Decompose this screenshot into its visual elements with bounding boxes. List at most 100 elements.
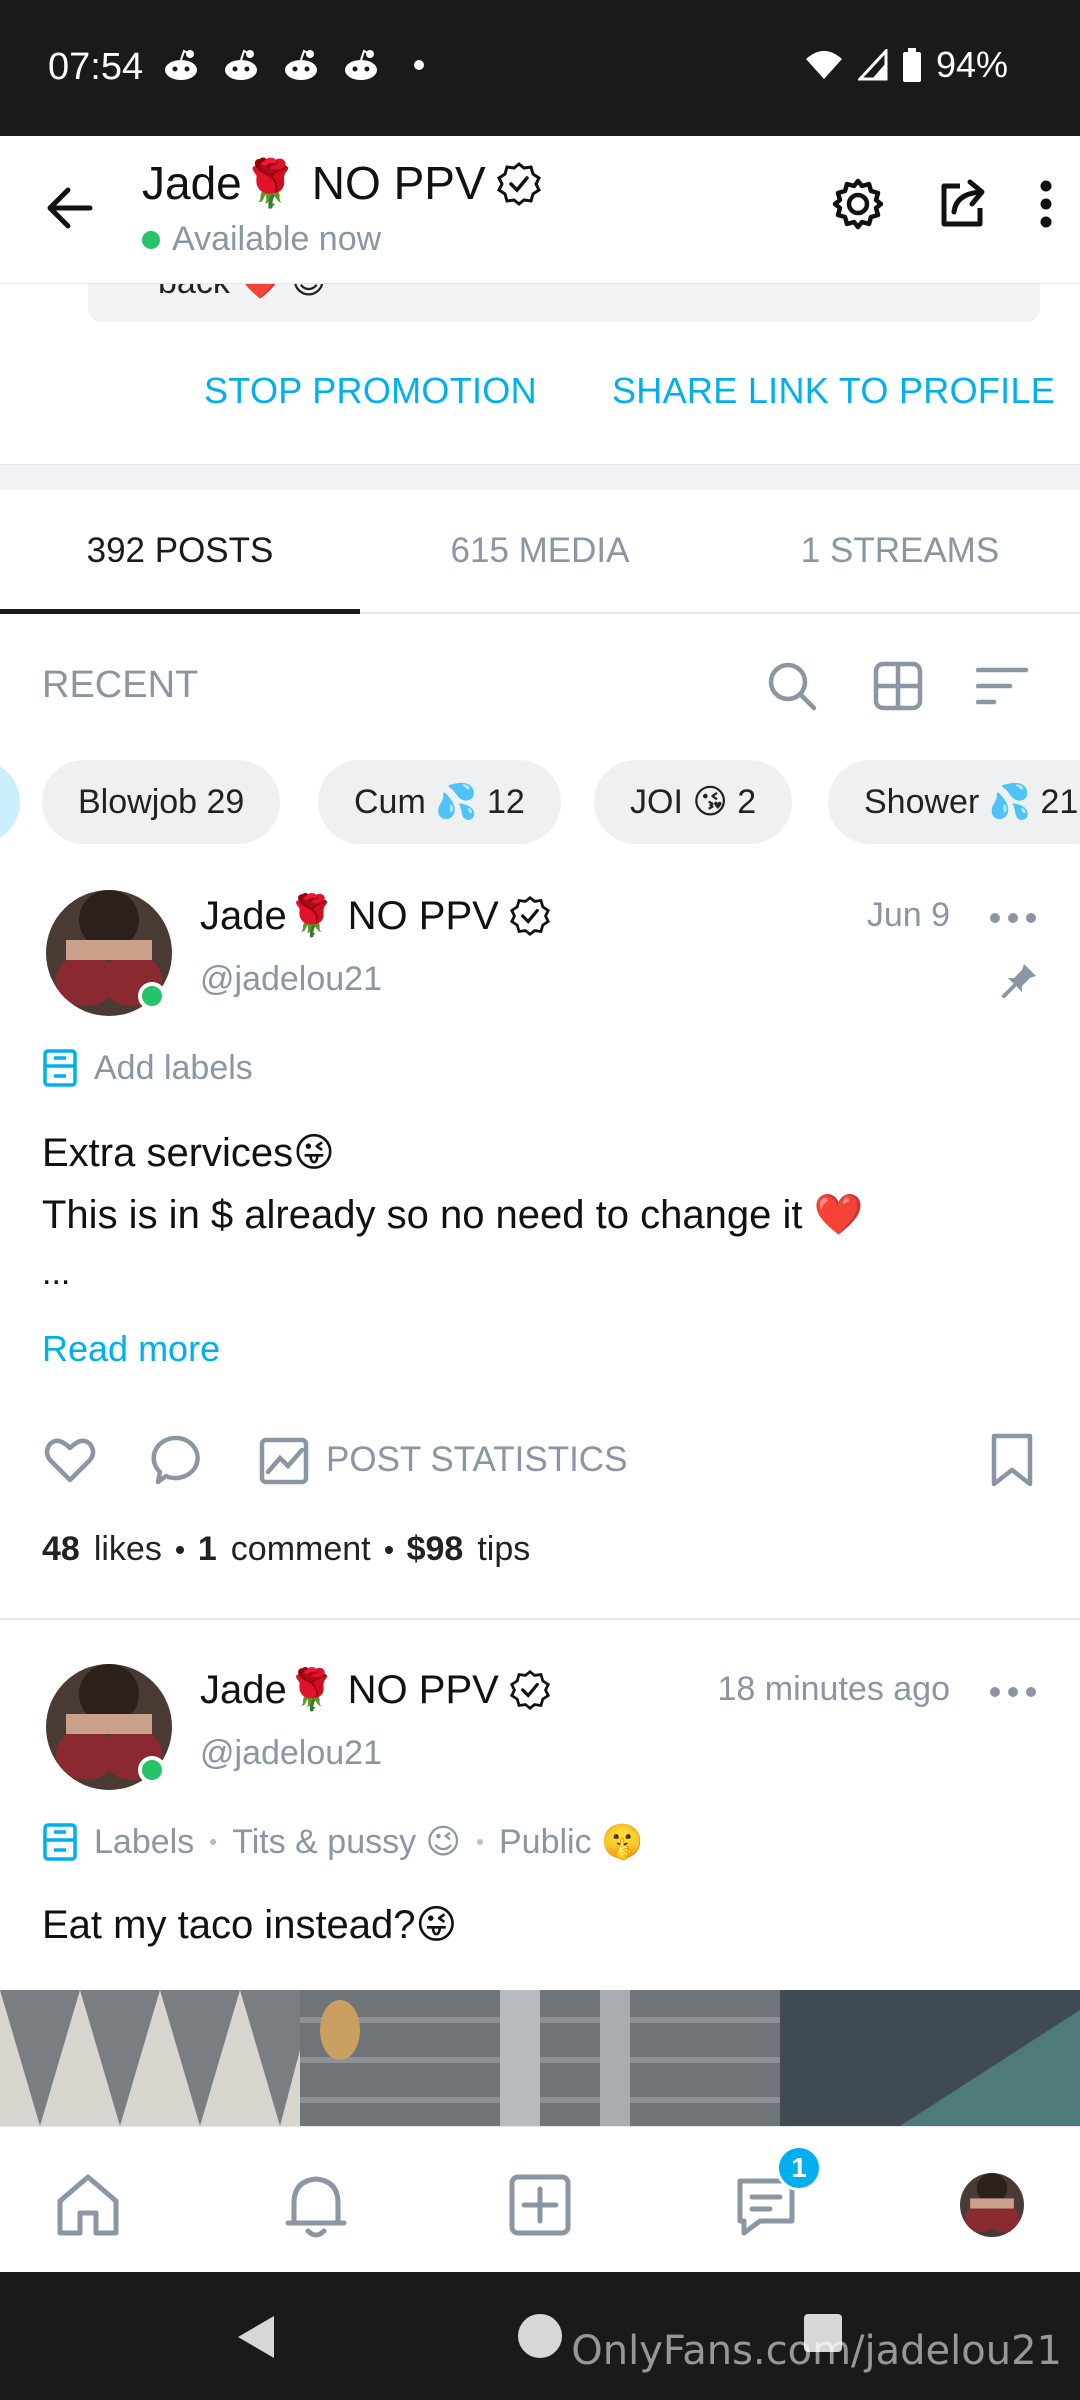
post-image[interactable] [0,1990,1080,2126]
tab-media[interactable]: 615 MEDIA [360,490,720,612]
reddit-icon [165,49,197,80]
chip-partial[interactable] [0,760,20,844]
post-text-line: This is in $ already so no need to chang… [42,1193,864,1237]
sort-icon[interactable] [974,658,1030,714]
watermark: OnlyFans.com/jadelou21 [571,2328,1062,2374]
promotion-message: back ❤️ 😉 [88,284,1040,322]
profile-avatar[interactable] [954,2167,1030,2243]
post-more-icon[interactable] [990,908,1036,928]
notifications-bell-icon[interactable] [278,2167,354,2243]
post-author-name: Jade🌹 NO PPV [200,894,499,938]
post-text-ellipsis: ... [42,1254,71,1292]
post-statistics-label: POST STATISTICS [326,1440,628,1479]
comment-icon[interactable] [148,1432,204,1488]
verified-badge-icon [509,895,550,936]
profile-header: Jade🌹 NO PPV Available now [0,136,1080,284]
verified-badge-icon [496,161,541,206]
system-back-icon[interactable] [232,2312,278,2362]
messages-badge: 1 [776,2145,822,2191]
more-vertical-icon[interactable] [1036,172,1056,236]
section-divider [0,464,1080,490]
tab-streams[interactable]: 1 STREAMS [720,490,1080,612]
avatar [960,2173,1024,2237]
chip-cum[interactable]: Cum 💦 12 [318,760,561,844]
label-icon [43,1823,77,1861]
comments-count: 1 [197,1530,217,1568]
home-icon[interactable] [50,2167,126,2243]
post-divider [0,1618,1080,1620]
post-handle[interactable]: @jadelou21 [200,1734,382,1773]
availability-status: Available now [142,220,381,259]
grid-view-icon[interactable] [870,658,926,714]
post-labels[interactable]: Add labels [42,1048,253,1088]
bookmark-icon[interactable] [986,1432,1038,1488]
profile-name: Jade🌹 NO PPV [142,157,486,209]
share-profile-link-button[interactable]: SHARE LINK TO PROFILE [612,370,1055,412]
reddit-icon [285,49,317,80]
post-text: Eat my taco instead?😜 [42,1903,458,1947]
statistics-chart-icon [259,1437,309,1485]
post-labels[interactable]: Labels Tits & pussy 😉 Public 🤫 [42,1822,643,1862]
post-more-icon[interactable] [990,1682,1036,1702]
status-time: 07:54 [48,46,144,88]
post-statistics-button[interactable]: POST STATISTICS [258,1434,627,1486]
likes-word[interactable]: likes [94,1530,162,1569]
label-icon [43,1049,77,1087]
battery-icon [902,48,921,82]
notification-icons [162,48,424,82]
pin-icon [1002,964,1036,998]
recent-label: RECENT [42,664,199,706]
bottom-navigation: 1 [0,2126,1080,2272]
tips-amount: $98 [406,1530,464,1568]
recent-toolbar: RECENT [0,640,1080,730]
post-author[interactable]: Jade🌹 NO PPV [200,892,551,939]
post-author-name: Jade🌹 NO PPV [200,1668,499,1712]
share-icon[interactable] [932,172,992,236]
verified-badge-icon [509,1669,550,1710]
settings-gear-icon[interactable] [828,172,888,236]
chip-joi[interactable]: JOI 😘 2 [594,760,793,844]
online-indicator [138,1756,166,1784]
post-card: Jade🌹 NO PPV @jadelou21 18 minutes ago L… [0,1654,1080,1990]
reddit-icon [225,49,257,80]
chip-blowjob[interactable]: Blowjob 29 [42,760,281,844]
tips-word[interactable]: tips [477,1530,530,1569]
add-post-icon[interactable] [502,2167,578,2243]
label-tag[interactable]: Tits & pussy 😉 [232,1822,461,1862]
status-bar: 07:54 94% [0,0,1080,136]
add-labels-text: Add labels [94,1048,253,1087]
post-stats: 48 likes 1 comment $98 tips [42,1530,530,1569]
profile-title: Jade🌹 NO PPV [142,156,542,211]
reddit-icon [345,49,377,80]
stop-promotion-button[interactable]: STOP PROMOTION [204,370,537,412]
search-icon[interactable] [764,658,820,714]
post-author[interactable]: Jade🌹 NO PPV [200,1666,551,1713]
like-heart-icon[interactable] [42,1432,98,1488]
back-arrow-icon[interactable] [40,178,100,238]
post-photo [0,1990,1080,2126]
post-actions: POST STATISTICS [42,1428,1038,1498]
post-date[interactable]: Jun 9 [867,896,950,935]
post-date[interactable]: 18 minutes ago [718,1670,951,1709]
post-handle[interactable]: @jadelou21 [200,960,382,999]
promotion-actions: STOP PROMOTION SHARE LINK TO PROFILE [0,370,1080,440]
labels-text: Labels [94,1822,195,1861]
status-right: 94% [804,44,1008,86]
online-indicator [138,982,166,1010]
comments-word[interactable]: comment [231,1530,371,1569]
chip-shower[interactable]: Shower 💦 21 [828,760,1080,844]
label-chips: Blowjob 29 Cum 💦 12 JOI 😘 2 Shower 💦 21 [0,760,1080,844]
signal-icon [857,49,888,81]
more-notifications-icon [414,60,424,70]
online-indicator [142,230,160,249]
post-card: Jade🌹 NO PPV @jadelou21 Jun 9 Add labels… [0,880,1080,1620]
profile-tabs: 392 POSTS 615 MEDIA 1 STREAMS [0,490,1080,614]
wifi-icon [805,51,842,79]
messages-icon[interactable]: 1 [728,2145,822,2243]
system-navigation-bar: OnlyFans.com/jadelou21 [0,2272,1080,2400]
read-more-link[interactable]: Read more [42,1328,220,1370]
availability-text: Available now [172,220,382,258]
visibility-tag[interactable]: Public 🤫 [499,1822,643,1862]
system-home-icon[interactable] [516,2312,564,2360]
tab-posts[interactable]: 392 POSTS [0,490,360,614]
